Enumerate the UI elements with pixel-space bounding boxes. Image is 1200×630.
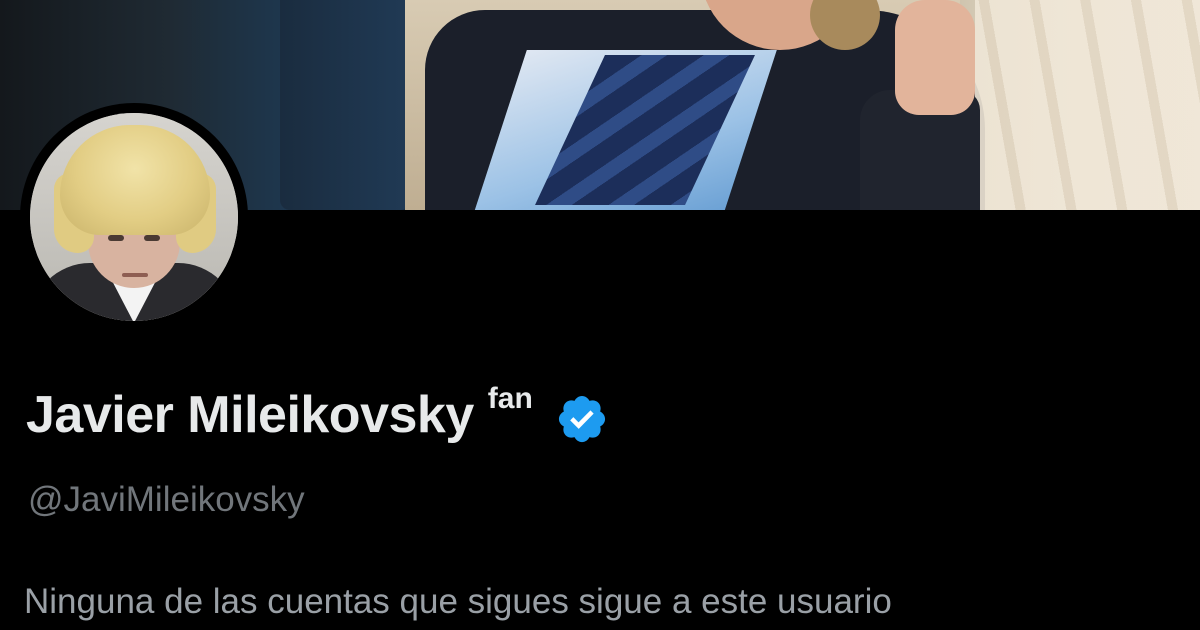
display-name-suffix: fan: [487, 382, 533, 415]
avatar-eye-left: [108, 235, 124, 241]
profile-handle: @JaviMileikovsky: [28, 480, 305, 519]
avatar-eye-right: [144, 235, 160, 241]
display-name-row: Javier Mileikovsky fan: [26, 382, 609, 452]
display-name: Javier Mileikovsky: [26, 386, 474, 444]
followers-you-know[interactable]: Ninguna de las cuentas que sigues sigue …: [24, 576, 892, 628]
avatar[interactable]: [30, 113, 238, 321]
verified-badge-icon[interactable]: [555, 392, 609, 446]
banner-cushion: [975, 0, 1200, 210]
avatar-mouth: [122, 273, 148, 277]
profile-avatar-frame[interactable]: [20, 103, 248, 331]
banner-figure-left: [280, 0, 410, 210]
banner-raised-fist: [895, 0, 975, 115]
